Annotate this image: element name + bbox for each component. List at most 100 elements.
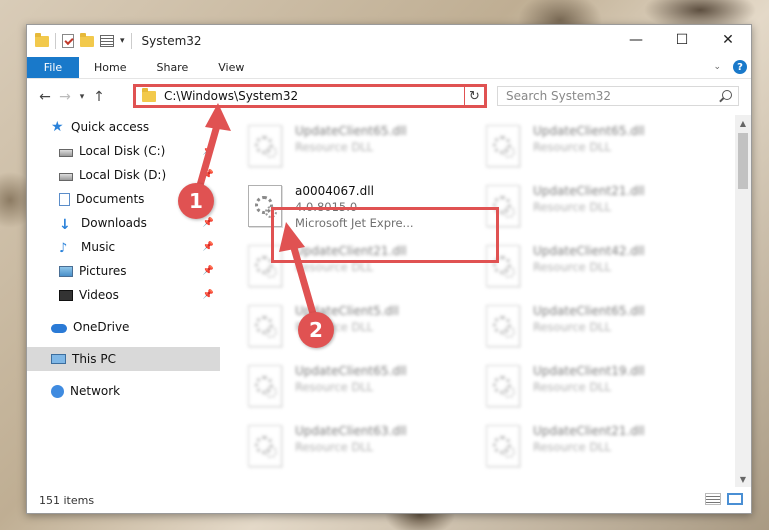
onedrive-icon <box>51 323 67 333</box>
scroll-thumb[interactable] <box>738 133 748 189</box>
sidebar-item-label: Local Disk (D:) <box>79 168 167 182</box>
dll-file-icon <box>486 125 520 167</box>
address-path[interactable]: C:\Windows\System32 <box>164 89 468 103</box>
pin-icon[interactable]: 📌 <box>203 266 214 276</box>
file-item[interactable]: UpdateClient65.dll Resource DLL <box>486 121 711 173</box>
refresh-button[interactable]: ↻ <box>464 84 487 108</box>
properties-list-icon[interactable] <box>100 35 114 47</box>
callout-2: 2 <box>298 312 334 348</box>
sidebar-item-label: Music <box>81 240 116 254</box>
dll-file-icon <box>248 305 282 347</box>
chevron-down-icon[interactable]: ▾ <box>120 36 125 46</box>
help-icon[interactable]: ? <box>733 60 747 74</box>
sidebar-item-label: Network <box>70 384 121 398</box>
dll-file-icon <box>486 365 520 407</box>
sidebar-item-label: Quick access <box>71 120 150 134</box>
toolbar-divider <box>130 33 132 49</box>
dll-file-icon <box>248 365 282 407</box>
sidebar-item-pictures[interactable]: Pictures 📌 <box>27 259 220 283</box>
pictures-icon <box>59 265 73 277</box>
sidebar-item-label: This PC <box>72 352 116 366</box>
quick-access-toolbar: ▾ <box>27 32 132 49</box>
pin-icon[interactable]: 📌 <box>203 170 214 180</box>
file-item[interactable]: UpdateClient21.dll Resource DLL <box>486 181 711 233</box>
drive-icon <box>59 148 73 157</box>
tab-file[interactable]: File <box>27 57 79 78</box>
new-folder-icon[interactable] <box>80 32 94 47</box>
properties-check-icon[interactable] <box>62 34 74 48</box>
expand-ribbon-icon[interactable]: ⌄ <box>713 62 721 72</box>
file-item[interactable]: UpdateClient19.dll Resource DLL <box>486 361 711 413</box>
sidebar-item-network[interactable]: Network <box>27 379 220 403</box>
this-pc-icon <box>51 354 66 364</box>
details-view-icon[interactable] <box>705 493 721 505</box>
navigation-bar: ← → ▾ ↑ C:\Windows\System32 ⌄ ↻ Search S… <box>27 79 751 115</box>
dll-file-icon <box>248 125 282 167</box>
sidebar-item-onedrive[interactable]: OneDrive <box>27 315 220 339</box>
window-title: System32 <box>141 34 202 48</box>
close-button[interactable]: ✕ <box>705 25 751 55</box>
file-explorer-window: ▾ System32 — ☐ ✕ File Home Share View ⌄ … <box>26 24 752 514</box>
documents-icon <box>59 192 70 206</box>
folder-icon <box>35 32 49 47</box>
dll-file-icon <box>486 305 520 347</box>
minimize-button[interactable]: — <box>613 25 659 55</box>
tab-home[interactable]: Home <box>79 57 141 78</box>
sidebar-item-music[interactable]: ♪ Music 📌 <box>27 235 220 259</box>
sidebar-item-label: Downloads <box>81 216 147 230</box>
sidebar-item-label: Videos <box>79 288 119 302</box>
address-bar[interactable]: C:\Windows\System32 ⌄ <box>133 84 487 108</box>
dll-file-icon <box>248 425 282 467</box>
drive-icon <box>59 172 73 181</box>
back-arrow-icon[interactable]: ← <box>35 89 55 105</box>
file-name: a0004067.dll <box>295 184 374 198</box>
pin-icon[interactable]: 📌 <box>203 290 214 300</box>
sidebar-item-label: Documents <box>76 192 145 206</box>
file-highlight-box <box>271 207 499 263</box>
videos-icon <box>59 289 73 301</box>
search-placeholder: Search System32 <box>506 89 612 103</box>
folder-icon <box>142 87 156 102</box>
item-count: 151 items <box>39 493 95 507</box>
scroll-up-icon[interactable]: ▲ <box>735 115 751 131</box>
up-arrow-icon[interactable]: ↑ <box>89 89 109 105</box>
star-icon: ★ <box>51 119 64 135</box>
file-list: UpdateClient65.dll Resource DLL a0004067.… <box>224 115 736 495</box>
sidebar-item-label: Pictures <box>79 264 127 278</box>
pin-icon[interactable]: 📌 <box>203 242 214 252</box>
pin-icon[interactable]: 📌 <box>203 146 214 156</box>
large-icons-view-icon[interactable] <box>727 493 743 505</box>
scroll-down-icon[interactable]: ▼ <box>735 471 751 487</box>
sidebar-item-local-disk-c[interactable]: Local Disk (C:) 📌 <box>27 139 220 163</box>
downloads-icon: ↓ <box>59 216 71 233</box>
file-item[interactable]: UpdateClient63.dll Resource DLL <box>248 421 473 473</box>
maximize-button[interactable]: ☐ <box>659 25 705 55</box>
toolbar-divider <box>55 33 56 49</box>
title-bar[interactable]: ▾ System32 — ☐ ✕ <box>27 25 751 57</box>
tab-view[interactable]: View <box>203 57 259 78</box>
callout-1: 1 <box>178 183 214 219</box>
sidebar-item-label: Local Disk (C:) <box>79 144 166 158</box>
ribbon-tabs: File Home Share View ⌄ ? <box>27 57 751 79</box>
sidebar-item-this-pc[interactable]: This PC <box>27 347 220 371</box>
recent-locations-icon[interactable]: ▾ <box>75 92 89 102</box>
file-item[interactable]: UpdateClient65.dll Resource DLL <box>248 121 473 173</box>
network-icon <box>51 384 64 398</box>
dll-file-icon <box>486 425 520 467</box>
search-input[interactable]: Search System32 <box>497 86 739 106</box>
file-item[interactable]: UpdateClient21.dll Resource DLL <box>486 421 711 473</box>
pin-icon[interactable]: 📌 <box>203 218 214 228</box>
status-bar: 151 items <box>27 487 751 513</box>
sidebar-item-quick-access[interactable]: ★ Quick access <box>27 115 220 139</box>
sidebar-item-videos[interactable]: Videos 📌 <box>27 283 220 307</box>
tab-share[interactable]: Share <box>141 57 203 78</box>
file-item[interactable]: UpdateClient42.dll Resource DLL <box>486 241 711 293</box>
vertical-scrollbar[interactable]: ▲ ▼ <box>735 115 751 487</box>
search-icon <box>722 90 732 100</box>
forward-arrow-icon[interactable]: → <box>55 89 75 105</box>
navigation-pane: ★ Quick access Local Disk (C:) 📌 Local D… <box>27 115 220 485</box>
sidebar-item-label: OneDrive <box>73 320 130 334</box>
file-item[interactable]: UpdateClient65.dll Resource DLL <box>486 301 711 353</box>
file-item[interactable]: UpdateClient5.dll Resource DLL <box>248 301 473 353</box>
file-item[interactable]: UpdateClient65.dll Resource DLL <box>248 361 473 413</box>
